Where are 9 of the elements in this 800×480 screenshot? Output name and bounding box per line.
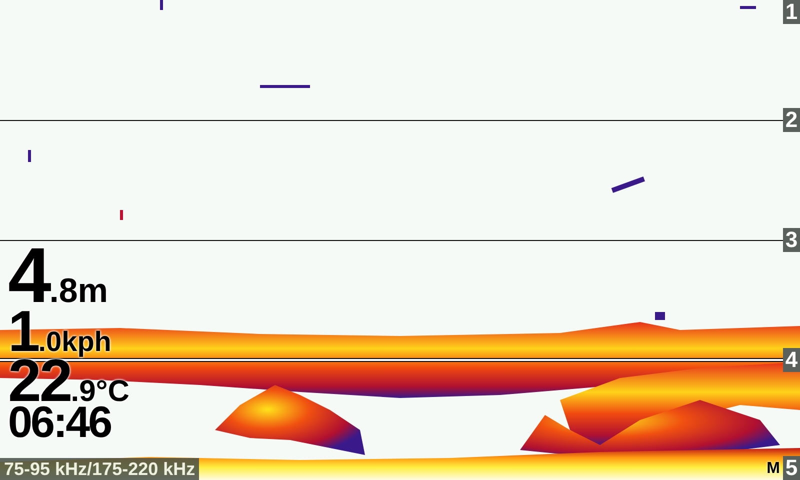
depth-scale-label: 2 [783, 108, 800, 132]
depth-scale-label: 1 [783, 0, 800, 24]
depth-readout: 4.8m [8, 244, 109, 308]
time-readout: 06:46 [8, 404, 111, 441]
depth-scale-label: 3 [783, 228, 800, 252]
depth-scale-label: 5 [783, 456, 800, 480]
frequency-label: 75-95 kHz/175-220 kHz [0, 458, 200, 480]
depth-scale-label: 4 [783, 348, 800, 372]
mode-indicator: M [766, 460, 780, 478]
